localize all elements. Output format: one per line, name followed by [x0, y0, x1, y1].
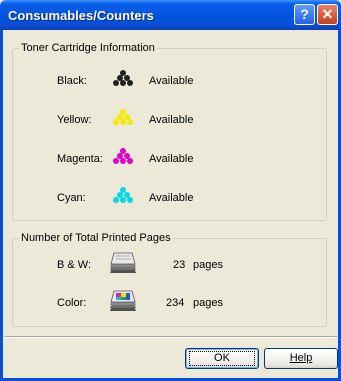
toner-label-cyan: Cyan:: [57, 192, 86, 204]
toner-label-magenta: Magenta:: [57, 153, 103, 165]
ok-button[interactable]: OK: [185, 348, 259, 369]
magenta-toner-icon: [113, 148, 133, 164]
toner-dot: [120, 197, 126, 203]
black-toner-icon: [113, 70, 133, 86]
toner-dot: [113, 158, 119, 164]
toner-status-yellow: Available: [149, 114, 194, 126]
help-button-label: Help: [289, 352, 313, 364]
toner-label-black: Black:: [57, 75, 87, 87]
toner-dot: [127, 158, 133, 164]
toner-label-yellow: Yellow:: [57, 114, 92, 126]
title-bar: Consumables/Counters ? ✕: [0, 0, 341, 30]
pages-count-bw: 23: [173, 259, 186, 271]
close-icon[interactable]: ✕: [317, 4, 338, 25]
toner-dot: [120, 158, 126, 164]
toner-status-cyan: Available: [149, 192, 194, 204]
toner-dot: [127, 119, 133, 125]
bw-printer-icon: [110, 252, 136, 273]
toner-dot: [113, 119, 119, 125]
pages-group-title: Number of Total Printed Pages: [19, 232, 173, 244]
yellow-toner-icon: [113, 109, 133, 125]
ok-button-label: OK: [189, 351, 255, 366]
toner-dot: [113, 80, 119, 86]
pages-unit-color: pages: [193, 297, 223, 309]
pages-group: Number of Total Printed Pages: [12, 232, 327, 327]
cyan-toner-icon: [113, 187, 133, 203]
window-title: Consumables/Counters: [8, 8, 154, 23]
footer-separator: [4, 336, 337, 338]
toner-group-title: Toner Cartridge Information: [19, 42, 157, 54]
pages-label-bw: B & W:: [57, 259, 92, 271]
pages-unit-bw: pages: [193, 259, 223, 271]
toner-status-magenta: Available: [149, 153, 194, 165]
pages-count-color: 234: [166, 297, 185, 309]
help-button[interactable]: Help: [264, 348, 338, 369]
color-printer-icon: [110, 290, 136, 311]
toner-dot: [127, 80, 133, 86]
toner-dot: [113, 197, 119, 203]
help-icon[interactable]: ?: [294, 4, 315, 25]
pages-label-color: Color:: [57, 297, 87, 309]
toner-status-black: Available: [149, 75, 194, 87]
toner-dot: [120, 119, 126, 125]
toner-dot: [127, 197, 133, 203]
toner-dot: [120, 80, 126, 86]
